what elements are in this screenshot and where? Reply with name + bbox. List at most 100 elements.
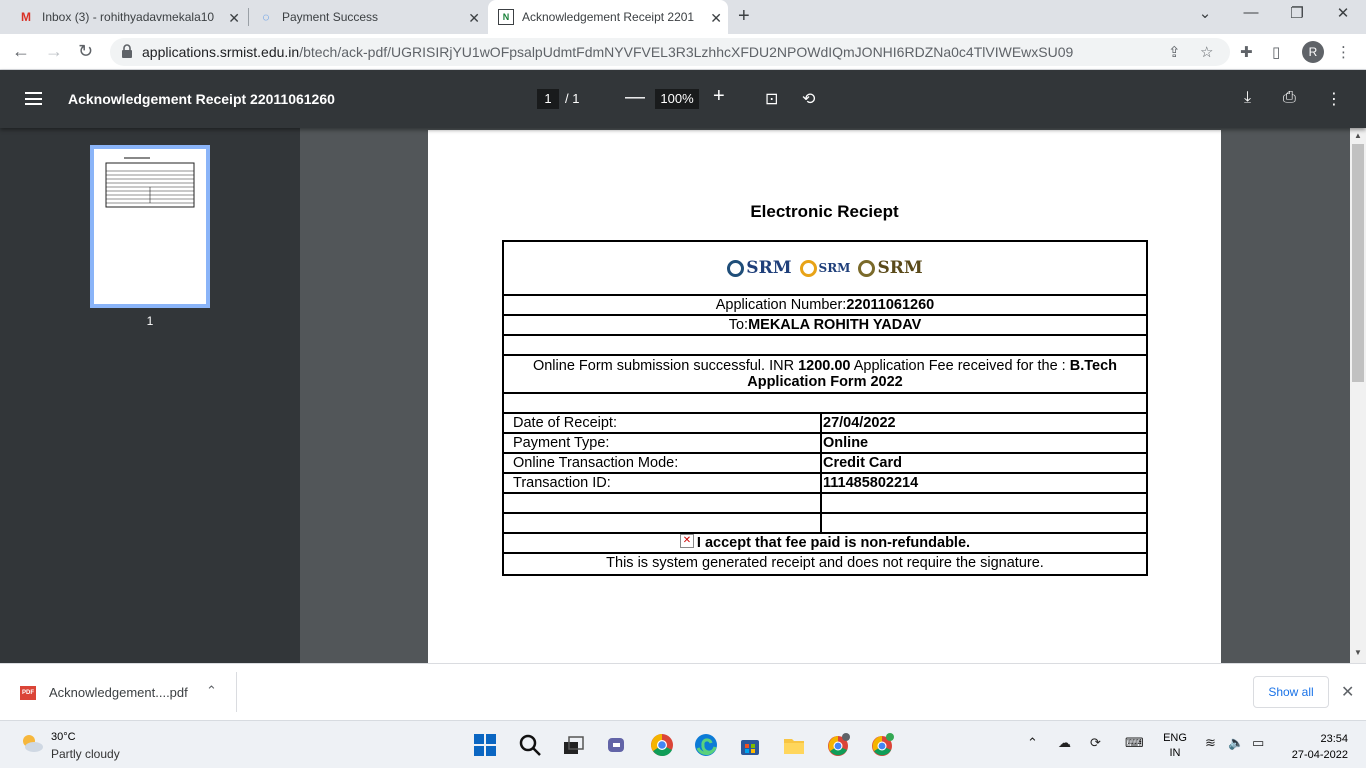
fee-amount: 1200.00 [798,358,851,374]
address-bar[interactable]: applications.srmist.edu.in/btech/ack-pdf… [110,38,1230,66]
zoom-in-icon[interactable]: + [713,85,725,108]
tab-title: Payment Success [282,10,379,24]
zoom-out-icon[interactable]: — [625,86,645,109]
blank-row [504,394,1146,414]
broken-checkbox-icon: ✕ [679,534,694,548]
receipt-heading: Electronic Reciept [750,202,899,221]
security-icon[interactable]: ☁ [1058,735,1071,751]
pdf-viewer-area: Electronic Reciept SRM SRM SRM Applicati… [300,128,1350,663]
scroll-down-icon[interactable]: ▼ [1354,648,1362,657]
tab-search-icon[interactable]: ⌄ [1182,4,1228,22]
tab-strip: M Inbox (3) - rohithyadavmekala10 ✕ ◌ Pa… [0,0,1366,34]
download-item[interactable]: Acknowledgement....pdf [49,685,188,700]
pdf-toolbar: Acknowledgement Receipt 22011061260 1 / … [0,70,1366,128]
minimize-icon[interactable]: — [1228,4,1274,21]
teams-chat-icon[interactable] [605,733,629,757]
clock[interactable]: 23:54 27-04-2022 [1278,731,1348,763]
profile-avatar[interactable]: R [1302,41,1324,63]
download-icon[interactable]: ⤓ [1244,89,1251,107]
page-thumbnail[interactable] [90,145,210,308]
tab-close-icon[interactable]: ✕ [710,10,722,27]
show-all-button[interactable]: Show all [1253,676,1329,708]
tab-close-icon[interactable]: ✕ [228,10,240,27]
recipient-row: To: MEKALA ROHITH YADAV [504,316,1146,336]
chrome-profile-r-icon[interactable] [826,733,850,757]
blank-row [504,336,1146,356]
bookmark-star-icon[interactable]: ☆ [1200,43,1213,61]
browser-toolbar: ← → ↻ applications.srmist.edu.in/btech/a… [0,34,1366,70]
windows-start-icon[interactable] [473,733,497,757]
recipient-name: MEKALA ROHITH YADAV [748,317,922,333]
srm-sun-emblem-icon [799,259,817,277]
tab-gmail[interactable]: M Inbox (3) - rohithyadavmekala10 ✕ [18,0,246,34]
zoom-input[interactable]: 100% [655,89,699,109]
download-shelf: PDF Acknowledgement....pdf ⌃ Show all ✕ [0,663,1366,720]
scrollbar-thumb[interactable] [1352,144,1364,382]
message-row: Online Form submission successful. INR 1… [504,356,1146,394]
print-icon[interactable]: ⎙ [1283,89,1296,107]
thumbnail-preview [105,157,195,208]
reload-icon[interactable]: ↻ [78,41,93,62]
language-indicator[interactable]: ENG IN [1162,731,1188,761]
url-text: applications.srmist.edu.in/btech/ack-pdf… [142,44,1074,60]
file-explorer-icon[interactable] [782,733,806,757]
hamburger-menu-icon[interactable] [25,92,42,105]
menu-icon[interactable]: ⋮ [1336,43,1351,61]
loading-icon: ◌ [262,10,270,24]
edge-icon[interactable] [694,733,718,757]
share-icon[interactable]: ⇪ [1168,43,1181,61]
srm-ap-logo: SRM [858,258,923,278]
tab-payment-success[interactable]: ◌ Payment Success ✕ [258,0,486,34]
forward-icon[interactable]: → [45,41,63,62]
extensions-icon[interactable]: ✚ [1240,43,1253,61]
shelf-divider [236,672,237,712]
battery-icon[interactable]: ▭ [1252,735,1264,751]
pdf-title: Acknowledgement Receipt 22011061260 [68,91,335,107]
chrome-icon[interactable] [650,733,674,757]
restore-icon[interactable]: ❐ [1274,4,1320,22]
more-options-icon[interactable]: ⋮ [1326,89,1342,109]
close-window-icon[interactable]: ✕ [1320,4,1366,22]
store-icon[interactable] [738,733,762,757]
task-view-icon[interactable] [561,733,585,757]
taskbar: 30°C Partly cloudy ⌃ ☁ ⟳ ⌨ ENG IN ≋ 🔈 ▭ 2… [0,720,1366,768]
scroll-up-icon[interactable]: ▲ [1354,131,1362,140]
close-shelf-icon[interactable]: ✕ [1341,682,1354,702]
back-icon[interactable]: ← [12,41,30,62]
vertical-scrollbar[interactable]: ▲ ▼ [1350,128,1366,663]
detail-row: Transaction ID: 111485802214 [504,474,1146,494]
lock-icon [122,44,132,58]
side-panel-icon[interactable]: ▯ [1272,43,1280,61]
wifi-icon[interactable]: ≋ [1205,735,1216,751]
srm-ap-emblem-icon [858,259,876,277]
search-icon[interactable] [518,733,542,757]
tab-title: Acknowledgement Receipt 2201 [522,10,695,24]
temperature[interactable]: 30°C [51,731,76,743]
tab-acknowledgement[interactable]: N Acknowledgement Receipt 2201 ✕ [488,0,728,34]
srm-logo: SRM [727,258,792,278]
volume-muted-icon[interactable]: 🔈 [1228,735,1244,751]
sync-icon[interactable]: ⟳ [1090,735,1101,751]
detail-row: Date of Receipt: 27/04/2022 [504,414,1146,434]
show-hidden-icons-icon[interactable]: ⌃ [1027,735,1038,751]
weather-condition[interactable]: Partly cloudy [51,747,120,761]
page-number-input[interactable]: 1 [537,89,559,109]
keyboard-icon[interactable]: ⌨ [1125,735,1144,751]
footer-row: This is system generated receipt and doe… [606,555,1044,571]
thumbnail-page-number: 1 [146,314,154,328]
logo-row: SRM SRM SRM [504,242,1146,296]
srm-emblem-icon [727,259,745,277]
page-total: / 1 [565,91,580,106]
accept-row: ✕ I accept that fee paid is non-refundabl… [504,534,1146,554]
blank-row [504,494,1146,514]
rotate-icon[interactable]: ⟲ [802,89,815,109]
new-tab-icon[interactable]: + [738,5,750,28]
fit-page-icon[interactable]: ⊡ [765,89,778,109]
application-number: 22011061260 [846,297,935,313]
partly-cloudy-icon[interactable] [20,733,44,753]
blank-row [504,514,1146,534]
tab-close-icon[interactable]: ✕ [468,10,480,27]
application-number-row: Application Number: 22011061260 [504,296,1146,316]
chevron-up-icon[interactable]: ⌃ [206,683,217,699]
chrome-profile-p-icon[interactable] [870,733,894,757]
